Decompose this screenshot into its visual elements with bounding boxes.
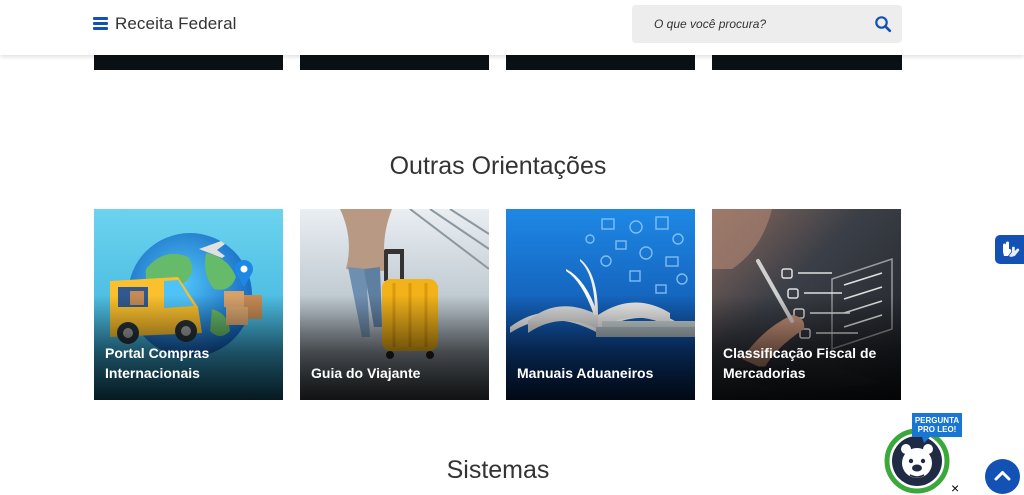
page: Receita Federal Outras Orientações (0, 0, 1024, 495)
search-bar (632, 5, 902, 43)
chevron-up-icon (994, 471, 1011, 481)
leo-badge-line2: PRO LEO! (917, 425, 957, 434)
previous-card-4[interactable] (712, 55, 902, 70)
section-title-sistemas: Sistemas (446, 456, 550, 484)
card-label: Portal Compras Internacionais (105, 345, 210, 381)
card-label: Classificação Fiscal de Mercadorias (723, 345, 877, 381)
previous-card-1[interactable] (94, 55, 283, 70)
leo-close-button[interactable]: × (951, 481, 963, 495)
previous-card-2[interactable] (300, 55, 489, 70)
accessibility-widget-button[interactable] (995, 235, 1024, 264)
card-manuais-aduaneiros[interactable]: Manuais Aduaneiros (506, 209, 695, 400)
card-classificacao-fiscal-de-mercadorias[interactable]: Classificação Fiscal de Mercadorias (712, 209, 901, 400)
previous-card-3[interactable] (506, 55, 695, 70)
search-button[interactable] (874, 15, 892, 33)
hamburger-menu-icon[interactable] (93, 16, 109, 32)
search-icon (875, 16, 892, 33)
card-label: Manuais Aduaneiros (517, 365, 654, 381)
search-input[interactable] (632, 5, 862, 43)
site-header: Receita Federal (0, 0, 1024, 55)
back-to-top-button[interactable] (985, 459, 1020, 494)
section-title-outras-orientacoes: Outras Orientações (389, 152, 607, 180)
card-label: Guia do Viajante (311, 365, 421, 381)
card-portal-compras-internacionais[interactable]: Portal Compras Internacionais (94, 209, 283, 400)
site-brand[interactable]: Receita Federal (115, 14, 237, 34)
sign-language-hands-icon (1003, 241, 1020, 257)
card-guia-do-viajante[interactable]: Guia do Viajante (300, 209, 489, 400)
leo-badge-line1: PERGUNTA (914, 416, 960, 425)
